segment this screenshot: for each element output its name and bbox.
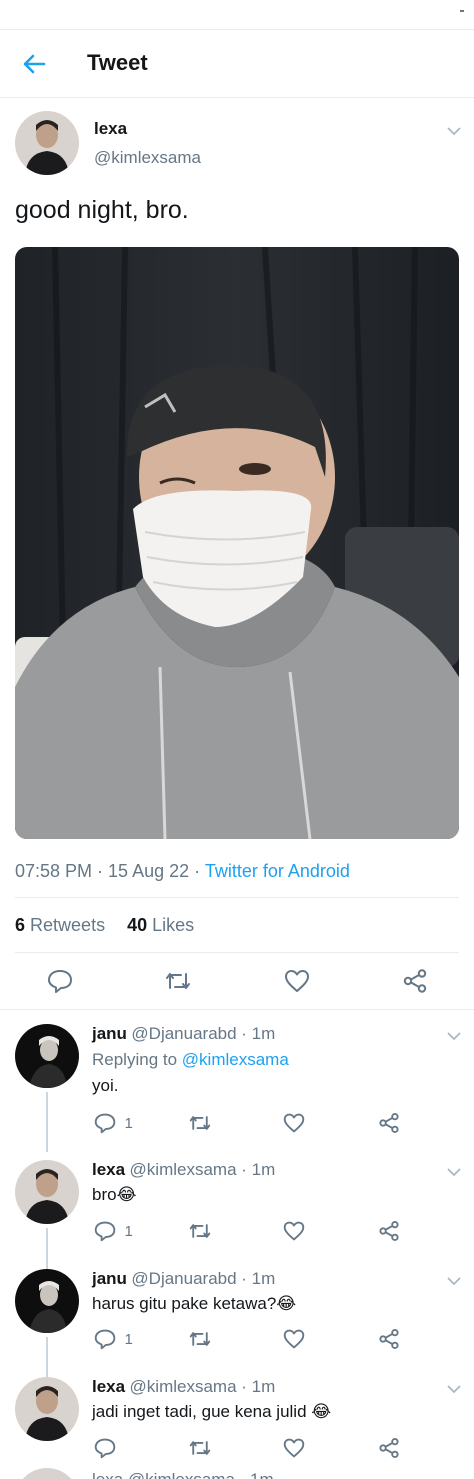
like-heart-icon[interactable] bbox=[283, 1328, 305, 1350]
retweet-icon[interactable] bbox=[188, 1437, 212, 1459]
divider bbox=[15, 952, 459, 953]
reply-avatar[interactable] bbox=[15, 1160, 79, 1224]
reply-author-name[interactable]: lexa bbox=[92, 1377, 125, 1396]
reply-author-handle[interactable]: @kimlexsama bbox=[130, 1377, 237, 1396]
author-handle[interactable]: @kimlexsama bbox=[94, 148, 201, 168]
retweets-count: 6 bbox=[15, 915, 26, 935]
reply-count: 1 bbox=[124, 1330, 133, 1348]
separator: · bbox=[236, 1024, 252, 1043]
reply-text: harus gitu pake ketawa?😂 bbox=[92, 1294, 297, 1313]
like-heart-icon[interactable] bbox=[283, 1437, 305, 1459]
retweet-icon[interactable] bbox=[188, 1220, 212, 1242]
share-icon[interactable] bbox=[378, 1112, 400, 1134]
divider bbox=[15, 897, 459, 898]
chevron-down-icon[interactable] bbox=[446, 1381, 462, 1399]
author-name[interactable]: lexa bbox=[94, 119, 127, 139]
tweet-time: 07:58 PM bbox=[15, 861, 93, 881]
reply-text: yoi. bbox=[92, 1076, 119, 1095]
reply-button[interactable]: 1 bbox=[94, 1112, 133, 1134]
separator: · bbox=[92, 861, 109, 881]
next-reply-partial: lexa @kimlexsama · 1m bbox=[0, 1468, 474, 1479]
replying-prefix: Replying to bbox=[92, 1050, 182, 1069]
reply-count: 1 bbox=[124, 1222, 133, 1240]
reply-header: lexa @kimlexsama · 1m bbox=[92, 1377, 275, 1397]
share-icon[interactable] bbox=[402, 968, 428, 994]
next-reply-header: lexa @kimlexsama · 1m bbox=[92, 1470, 274, 1479]
separator: · bbox=[189, 861, 205, 881]
replying-to: Replying to @kimlexsama bbox=[92, 1050, 289, 1070]
author-avatar[interactable] bbox=[15, 111, 79, 175]
reply-author-handle[interactable]: @Djanuarabd bbox=[131, 1024, 236, 1043]
reply-avatar[interactable] bbox=[15, 1024, 79, 1088]
reply-age: 1m bbox=[251, 1269, 276, 1288]
status-indicator bbox=[460, 10, 464, 12]
replying-to-link[interactable]: @kimlexsama bbox=[182, 1050, 289, 1069]
back-arrow-icon[interactable] bbox=[18, 48, 50, 80]
reply-author-name[interactable]: janu bbox=[92, 1024, 127, 1043]
chevron-down-icon[interactable] bbox=[446, 1028, 462, 1046]
reply-author-name[interactable]: lexa bbox=[92, 1160, 125, 1179]
separator: · bbox=[236, 1160, 252, 1179]
reply-age: 1m bbox=[251, 1160, 276, 1179]
reply-author-handle[interactable]: @kimlexsama bbox=[130, 1160, 237, 1179]
retweets-stat[interactable]: 6 Retweets bbox=[15, 915, 105, 935]
reply-avatar[interactable] bbox=[15, 1468, 79, 1479]
reply-text: bro😂 bbox=[92, 1185, 137, 1204]
reply-button[interactable]: 1 bbox=[94, 1328, 133, 1350]
reply-avatar[interactable] bbox=[15, 1377, 79, 1441]
separator: · bbox=[236, 1377, 252, 1396]
tweet-stats: 6 Retweets 40 Likes bbox=[15, 915, 194, 936]
status-bar bbox=[0, 0, 474, 30]
like-heart-icon[interactable] bbox=[283, 1220, 305, 1242]
chevron-down-icon[interactable] bbox=[446, 1273, 462, 1291]
tweet-text: good night, bro. bbox=[15, 196, 189, 224]
thread-line bbox=[46, 1092, 48, 1152]
chevron-down-icon[interactable] bbox=[446, 1164, 462, 1182]
reply-header: janu @Djanuarabd · 1m bbox=[92, 1024, 275, 1044]
retweets-label: Retweets bbox=[30, 915, 106, 935]
top-app-bar: Tweet bbox=[0, 30, 474, 98]
reply-header: janu @Djanuarabd · 1m bbox=[92, 1269, 275, 1289]
reply-header: lexa @kimlexsama · 1m bbox=[92, 1160, 275, 1180]
reply-author-name[interactable]: janu bbox=[92, 1269, 127, 1288]
thread-line bbox=[46, 1337, 48, 1379]
reply-button[interactable]: 1 bbox=[94, 1220, 133, 1242]
chevron-down-icon[interactable] bbox=[446, 123, 462, 141]
likes-label: Likes bbox=[152, 915, 195, 935]
divider bbox=[0, 1009, 474, 1010]
reply-age: 1m bbox=[251, 1024, 276, 1043]
reply-avatar[interactable] bbox=[15, 1269, 79, 1333]
page-title: Tweet bbox=[87, 50, 148, 75]
reply-count: 1 bbox=[124, 1114, 133, 1132]
reply-age: 1m bbox=[251, 1377, 276, 1396]
reply-author-handle[interactable]: @Djanuarabd bbox=[131, 1269, 236, 1288]
reply-button[interactable] bbox=[94, 1437, 120, 1459]
likes-stat[interactable]: 40 Likes bbox=[127, 915, 194, 935]
separator: · bbox=[236, 1269, 252, 1288]
share-icon[interactable] bbox=[378, 1328, 400, 1350]
share-icon[interactable] bbox=[378, 1437, 400, 1459]
share-icon[interactable] bbox=[378, 1220, 400, 1242]
likes-count: 40 bbox=[127, 915, 148, 935]
like-heart-icon[interactable] bbox=[283, 1112, 305, 1134]
tweet-timestamp: 07:58 PM · 15 Aug 22 · Twitter for Andro… bbox=[15, 861, 350, 882]
retweet-icon[interactable] bbox=[188, 1112, 212, 1134]
reply-icon[interactable] bbox=[47, 968, 73, 994]
tweet-source-link[interactable]: Twitter for Android bbox=[205, 861, 350, 881]
reply-text: jadi inget tadi, gue kena julid 😂 bbox=[92, 1402, 332, 1421]
tweet-photo[interactable] bbox=[15, 247, 459, 839]
thread-line bbox=[46, 1228, 48, 1270]
retweet-icon[interactable] bbox=[164, 968, 192, 994]
retweet-icon[interactable] bbox=[188, 1328, 212, 1350]
like-heart-icon[interactable] bbox=[284, 968, 310, 994]
tweet-date: 15 Aug 22 bbox=[108, 861, 190, 881]
